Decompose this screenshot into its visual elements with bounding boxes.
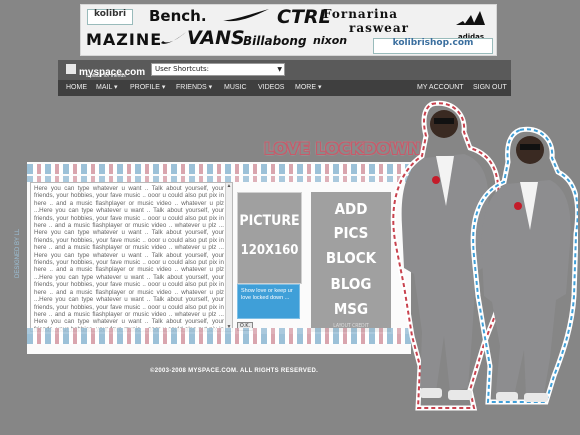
nav-home[interactable]: HOME xyxy=(66,80,87,96)
kolibrishop-link[interactable]: kolibrishop.com xyxy=(373,38,493,54)
nike-swoosh-icon xyxy=(159,29,187,51)
stripe-divider xyxy=(27,334,411,344)
nav-more[interactable]: MORE ▾ xyxy=(295,80,321,96)
lockdown-text: Show love or keep ur love locked down ..… xyxy=(241,288,293,301)
nav-videos[interactable]: VIDEOS xyxy=(258,80,284,96)
stripe-divider xyxy=(27,164,411,174)
myspace-logo-icon xyxy=(66,64,76,74)
mazine-logo: MAZINE xyxy=(86,30,163,49)
raswear-logo: raswear xyxy=(349,21,409,35)
lockdown-textbox[interactable]: Show love or keep ur love locked down ..… xyxy=(237,284,300,319)
fornarina-logo: Fornarina xyxy=(323,7,399,21)
myspace-tagline: a place for friends xyxy=(86,73,126,79)
copyright-footer: ©2003-2008 MYSPACE.COM. ALL RIGHTS RESER… xyxy=(150,368,319,374)
profile-panel: Here you can type whatever u want .. Tal… xyxy=(15,162,411,354)
bench-logo: Bench. xyxy=(149,7,207,25)
vertical-credit: DESIGNED BY LL xyxy=(15,228,21,278)
user-shortcuts-select[interactable]: User Shortcuts: ▼ xyxy=(151,63,285,76)
main-nav: HOME MAIL ▾ PROFILE ▾ FRIENDS ▾ MUSIC VI… xyxy=(58,80,511,96)
adidas-logo: adidas xyxy=(453,9,489,41)
kolibri-logo: kolibri xyxy=(87,9,133,25)
nixon-logo: nixon xyxy=(313,34,348,47)
sponsor-banner[interactable]: kolibri Bench. CTRL Fornarina raswear ad… xyxy=(80,4,497,56)
adidas-icon xyxy=(456,11,485,25)
person-figure-image xyxy=(390,100,578,411)
chevron-down-icon: ▼ xyxy=(277,66,282,73)
scroll-up-icon[interactable]: ▲ xyxy=(226,183,232,190)
about-me-text: Here you can type whatever u want .. Tal… xyxy=(34,185,224,331)
nav-friends[interactable]: FRIENDS ▾ xyxy=(176,80,212,96)
swoosh-icon xyxy=(221,8,271,28)
scrollbar[interactable]: ▲ ▼ xyxy=(225,183,232,331)
user-shortcuts-label: User Shortcuts: xyxy=(155,65,210,73)
nav-music[interactable]: MUSIC xyxy=(224,80,247,96)
about-me-textarea[interactable]: Here you can type whatever u want .. Tal… xyxy=(30,182,233,332)
myspace-header: myspace.com a place for friends User Sho… xyxy=(58,60,511,80)
billabong-logo: Billabong xyxy=(243,34,307,48)
myspace-logo[interactable]: myspace.com a place for friends xyxy=(66,62,145,80)
profile-picture[interactable]: PICTURE 120X160 xyxy=(237,192,302,284)
nav-profile[interactable]: PROFILE ▾ xyxy=(130,80,165,96)
vans-logo: VANS xyxy=(187,27,245,49)
nav-my-account[interactable]: MY ACCOUNT xyxy=(417,80,464,96)
nav-sign-out[interactable]: SIGN OUT xyxy=(473,80,507,96)
picture-label: PICTURE xyxy=(239,213,300,229)
picture-size-label: 120X160 xyxy=(240,243,299,258)
nav-mail[interactable]: MAIL ▾ xyxy=(96,80,118,96)
